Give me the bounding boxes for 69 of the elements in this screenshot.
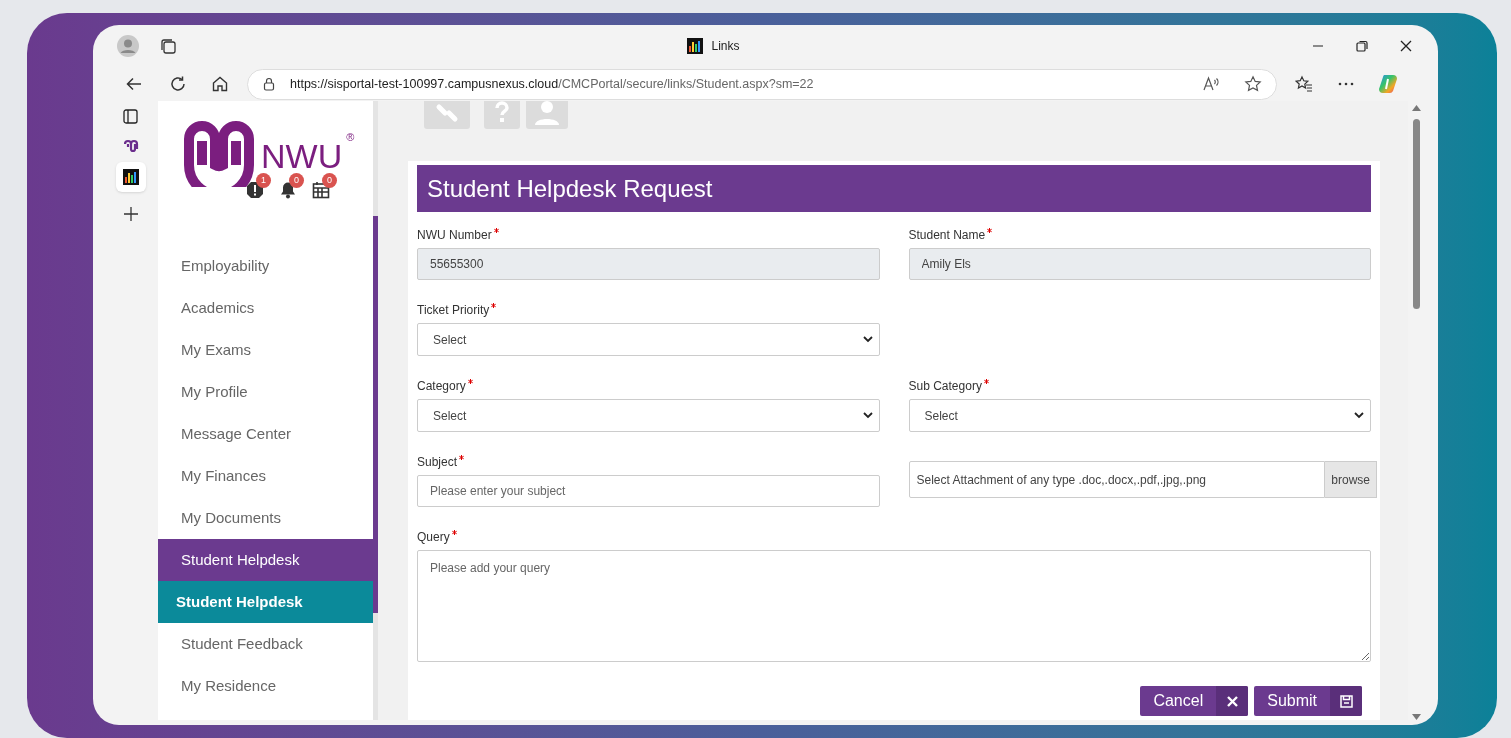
field-label: Sub Category (908, 378, 982, 393)
field-label: Category (417, 378, 466, 393)
reload-icon[interactable] (169, 75, 187, 93)
chevron-down-icon (862, 336, 873, 343)
bell-icon[interactable] (279, 181, 297, 199)
calendar-icon[interactable] (312, 181, 330, 199)
form-button[interactable]: Cancel (1140, 686, 1249, 716)
url-text: https://sisportal-test-100997.campusnexus.cloud/CMCPortal/secure/links/Student.aspx?sm=22 (290, 75, 814, 93)
profile-icon[interactable] (117, 35, 139, 57)
scroll-up-icon[interactable] (1412, 105, 1421, 111)
chevron-down-icon (862, 412, 873, 419)
form-button[interactable]: Submit (1254, 686, 1362, 716)
star-icon[interactable] (1244, 75, 1262, 93)
close-icon[interactable] (1398, 38, 1414, 54)
nav-item[interactable]: My Documents (158, 497, 373, 539)
logo-text: NWU (261, 139, 343, 173)
form-title: Student Helpdesk Request (417, 165, 1371, 212)
nav-item[interactable]: Student Helpdesk (158, 539, 373, 581)
links-tab[interactable] (115, 162, 146, 192)
plus-icon[interactable] (122, 206, 139, 222)
readonly-field[interactable]: Amily Els (908, 248, 1371, 280)
nav-subitem[interactable]: Student Helpdesk (158, 581, 373, 623)
field-label: Subject (417, 454, 458, 469)
scroll-down-icon[interactable] (1412, 714, 1421, 720)
alert-icon[interactable] (246, 181, 264, 199)
home-icon[interactable] (211, 75, 229, 93)
chart-favicon (687, 38, 704, 54)
tabs-icon[interactable] (159, 37, 177, 55)
nav-item[interactable]: Student Feedback (158, 623, 373, 665)
nav-item[interactable]: Employability (158, 245, 373, 287)
field-label: Ticket Priority (417, 302, 490, 317)
nav-item[interactable]: Academics (158, 287, 373, 329)
select-dropdown[interactable]: Select (908, 399, 1371, 432)
page-scrollbar-thumb[interactable] (1413, 119, 1420, 309)
copilot-icon[interactable] (1377, 73, 1399, 95)
address-bar[interactable]: https://sisportal-test-100997.campusnexus.cloud/CMCPortal/secure/links/Student.aspx?sm=22 (247, 68, 1277, 100)
registered-mark: ® (346, 130, 355, 145)
count-badge: 0 (322, 173, 337, 188)
count-badge: 1 (256, 173, 271, 188)
nav-item[interactable]: My Residence (158, 665, 373, 707)
select-dropdown[interactable]: Select (417, 399, 880, 432)
browse-button[interactable]: browse (1325, 461, 1377, 498)
field-label: Query (417, 529, 450, 544)
nav-item[interactable]: My Exams (158, 329, 373, 371)
nav-item[interactable]: My Profile (158, 371, 373, 413)
chevron-down-icon (1354, 412, 1364, 419)
input-field[interactable]: Please enter your subject (417, 475, 880, 507)
field-label: Student Name (908, 227, 986, 242)
query-textarea[interactable]: Please add your query (417, 550, 1371, 662)
tab-title: Links (711, 38, 740, 55)
lock-icon[interactable] (262, 77, 276, 91)
read-aloud-icon[interactable] (1202, 75, 1220, 93)
count-badge: 0 (289, 173, 304, 188)
scrollbar-thumb[interactable] (373, 216, 378, 613)
chart-icon (122, 169, 139, 185)
restore-icon[interactable] (1354, 38, 1370, 54)
file-input-field[interactable]: Select Attachment of any type .doc,.docx,.pdf,.jpg,.png (908, 461, 1326, 498)
logo-favicon[interactable] (122, 138, 139, 154)
sidebar-panel-icon[interactable] (123, 109, 138, 124)
favorites-icon[interactable] (1295, 75, 1313, 93)
close-icon (1226, 695, 1238, 707)
select-dropdown[interactable]: Select (417, 323, 880, 356)
field-label: NWU Number (417, 227, 492, 242)
nav-item[interactable]: Message Center (158, 413, 373, 455)
save-icon (1339, 694, 1353, 708)
back-icon[interactable] (125, 75, 143, 93)
readonly-field[interactable]: 55655300 (417, 248, 880, 280)
university-logo-icon (183, 119, 255, 187)
nav-item[interactable]: My Finances (158, 455, 373, 497)
